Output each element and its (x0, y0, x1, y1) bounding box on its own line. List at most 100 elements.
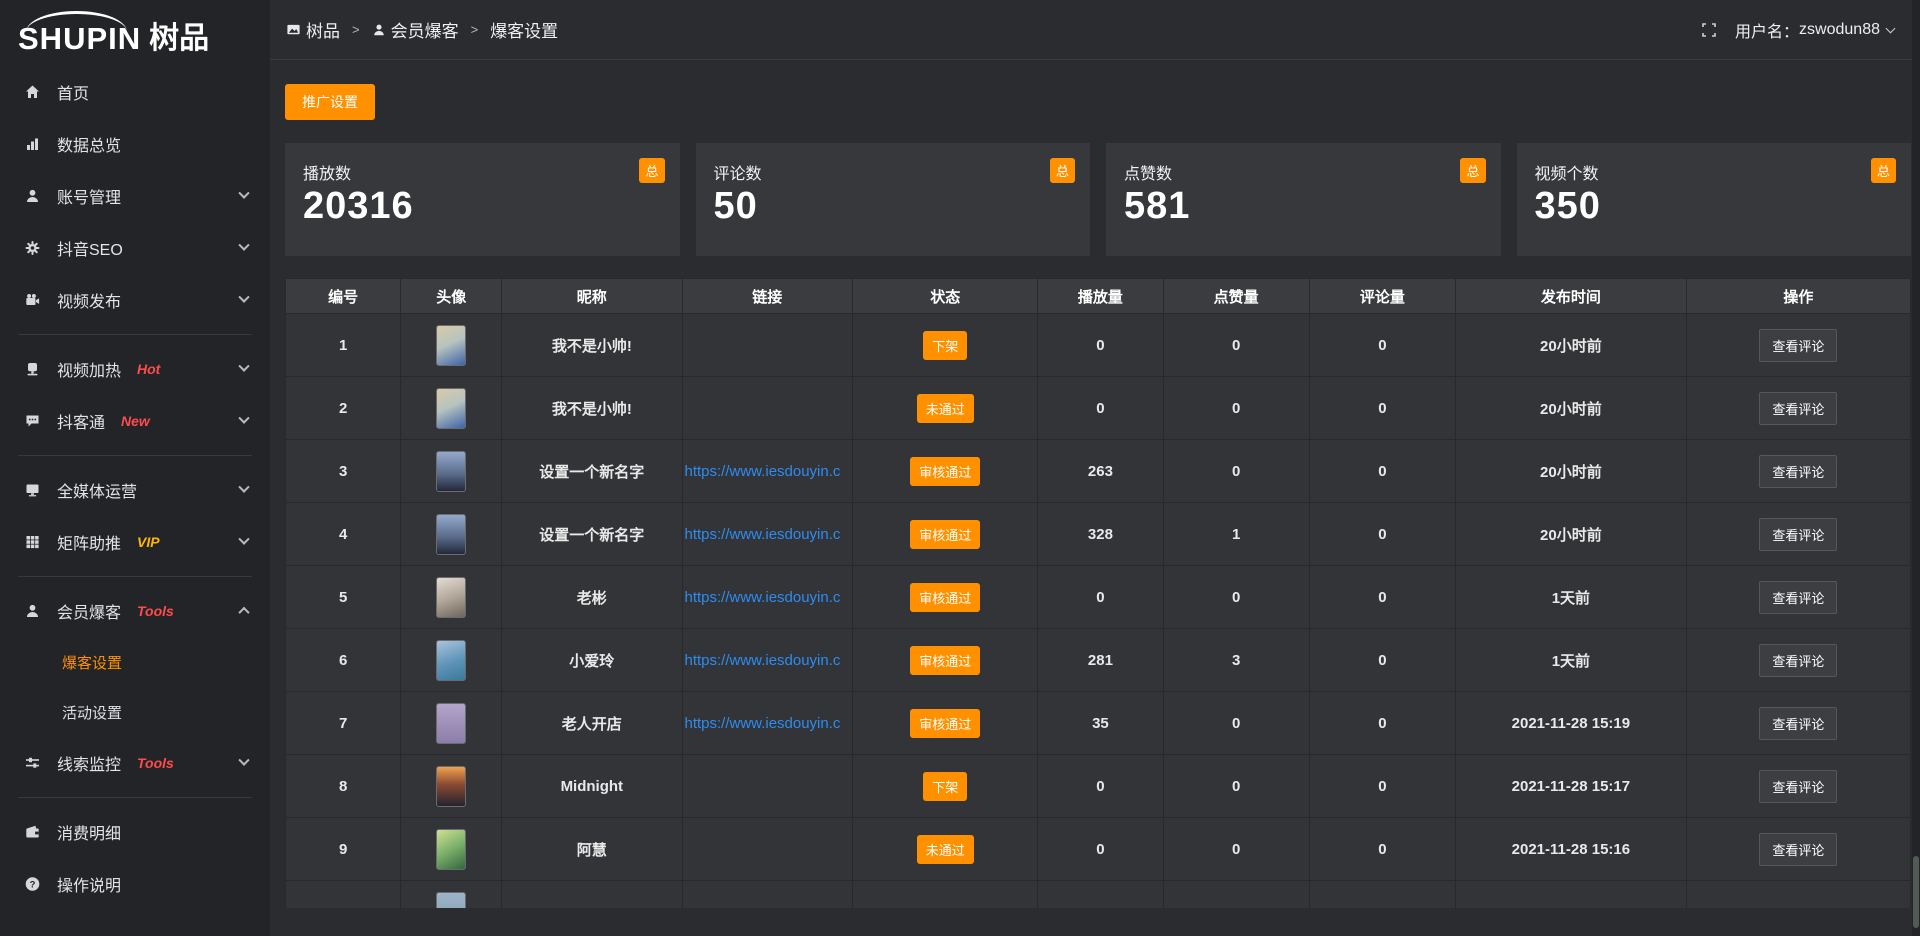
stat-label: 播放数 (303, 160, 662, 184)
topbar: 树品 > 会员爆客 > 爆客设置 用户名： zswodun88 (270, 0, 1920, 60)
cell-avatar (401, 377, 502, 440)
cell-actions: 查看评论 (1686, 629, 1910, 692)
cell-comments: 0 (1309, 503, 1455, 566)
username-prefix: 用户名： (1735, 18, 1799, 42)
sidebar-subitem-baoke-settings[interactable]: 爆客设置 (0, 637, 270, 687)
chevron-down-icon (238, 413, 249, 424)
sidebar-item-video-heat[interactable]: 视频加热 Hot (0, 343, 270, 395)
video-link[interactable]: https://www.iesdouyin.c (685, 715, 851, 732)
cell-time: 20小时前 (1456, 314, 1687, 377)
logo-text-en: SHUPIN (18, 23, 141, 54)
sidebar-divider (18, 797, 252, 798)
user-menu[interactable]: 用户名： zswodun88 (1735, 18, 1894, 42)
cell-comments: 0 (1309, 818, 1455, 881)
cell-time: 1天前 (1456, 566, 1687, 629)
cell-time: 2021-11-28 15:16 (1456, 818, 1687, 881)
cell-plays (1038, 881, 1163, 909)
cell-actions: 查看评论 (1686, 377, 1910, 440)
table-row: 1 我不是小帅! 下架 0 0 0 20小时前 查看评论 (286, 314, 1911, 377)
app-screen-icon (286, 22, 301, 37)
vip-tag: VIP (137, 534, 160, 550)
home-icon (24, 84, 42, 100)
cell-id: 6 (286, 629, 401, 692)
video-link[interactable]: https://www.iesdouyin.c (685, 589, 851, 606)
chat-bubble-icon (24, 413, 42, 429)
cell-id: 2 (286, 377, 401, 440)
sidebar-divider (18, 576, 252, 577)
stat-card-videos: 视频个数 350 总 (1517, 143, 1912, 256)
sidebar-item-account-mgmt[interactable]: 账号管理 (0, 170, 270, 222)
sidebar-item-matrix-boost[interactable]: 矩阵助推 VIP (0, 516, 270, 568)
sidebar-item-expense-detail[interactable]: 消费明细 (0, 806, 270, 858)
heat-stamp-icon (24, 361, 42, 377)
avatar (436, 640, 466, 681)
view-comments-button[interactable]: 查看评论 (1759, 455, 1837, 488)
sidebar-item-member-baoke[interactable]: 会员爆客 Tools (0, 585, 270, 637)
total-badge: 总 (1050, 158, 1075, 183)
sidebar-item-video-publish[interactable]: 视频发布 (0, 274, 270, 326)
cell-status: 审核通过 (853, 566, 1038, 629)
video-camera-icon (24, 292, 42, 308)
chevron-down-icon (238, 361, 249, 372)
cell-nickname: 老人开店 (502, 692, 682, 755)
sidebar-item-label: 首页 (57, 80, 89, 104)
view-comments-button[interactable]: 查看评论 (1759, 392, 1837, 425)
cell-avatar (401, 566, 502, 629)
breadcrumb-label: 爆客设置 (490, 17, 558, 42)
view-comments-button[interactable]: 查看评论 (1759, 707, 1837, 740)
avatar (436, 514, 466, 555)
status-badge: 未通过 (917, 394, 974, 423)
view-comments-button[interactable]: 查看评论 (1759, 581, 1837, 614)
fullscreen-icon[interactable] (1701, 22, 1717, 38)
cell-actions: 查看评论 (1686, 692, 1910, 755)
cell-status: 未通过 (853, 818, 1038, 881)
sidebar-subitem-activity-settings[interactable]: 活动设置 (0, 687, 270, 737)
breadcrumb-item-shupin[interactable]: 树品 (286, 17, 340, 42)
status-badge: 审核通过 (910, 520, 980, 549)
cell-link (682, 755, 853, 818)
sidebar-item-douyin-seo[interactable]: 抖音SEO (0, 222, 270, 274)
new-tag: New (121, 413, 150, 429)
sidebar-item-label: 操作说明 (57, 872, 121, 896)
cell-likes: 0 (1163, 566, 1309, 629)
breadcrumb-separator: > (471, 22, 479, 37)
sidebar-item-clue-monitor[interactable]: 线索监控 Tools (0, 737, 270, 789)
sidebar-item-douketong[interactable]: 抖客通 New (0, 395, 270, 447)
view-comments-button[interactable]: 查看评论 (1759, 833, 1837, 866)
table-row: 8 Midnight 下架 0 0 0 2021-11-28 15:17 查看评… (286, 755, 1911, 818)
cell-likes: 1 (1163, 503, 1309, 566)
view-comments-button[interactable]: 查看评论 (1759, 518, 1837, 551)
cell-avatar (401, 755, 502, 818)
col-header-likes: 点赞量 (1163, 279, 1309, 314)
video-link[interactable]: https://www.iesdouyin.c (685, 652, 851, 669)
video-link[interactable]: https://www.iesdouyin.c (685, 526, 851, 543)
cell-avatar (401, 440, 502, 503)
cell-status: 下架 (853, 314, 1038, 377)
cell-nickname: 我不是小帅! (502, 377, 682, 440)
promo-settings-button[interactable]: 推广设置 (285, 84, 375, 120)
sidebar-item-data-overview[interactable]: 数据总览 (0, 118, 270, 170)
stat-card-likes: 点赞数 581 总 (1106, 143, 1501, 256)
cell-actions: 查看评论 (1686, 440, 1910, 503)
view-comments-button[interactable]: 查看评论 (1759, 329, 1837, 362)
col-header-status: 状态 (853, 279, 1038, 314)
stat-card-plays: 播放数 20316 总 (285, 143, 680, 256)
cell-plays: 0 (1038, 566, 1163, 629)
video-link[interactable]: https://www.iesdouyin.c (685, 463, 851, 480)
sidebar-item-home[interactable]: 首页 (0, 66, 270, 118)
view-comments-button[interactable]: 查看评论 (1759, 644, 1837, 677)
content: 推广设置 播放数 20316 总 评论数 50 总 点赞数 581 总 视频个数… (270, 60, 1920, 908)
stat-value: 50 (714, 185, 1073, 228)
topbar-right: 用户名： zswodun88 (1701, 18, 1894, 42)
sidebar-item-label: 抖音SEO (57, 236, 123, 260)
cell-id: 5 (286, 566, 401, 629)
scrollbar-thumb[interactable] (1913, 856, 1919, 928)
cell-nickname: Midnight (502, 755, 682, 818)
grid-icon (24, 534, 42, 550)
sidebar-item-help[interactable]: ? 操作说明 (0, 858, 270, 910)
video-table-wrap: 编号 头像 昵称 链接 状态 播放量 点赞量 评论量 发布时间 操作 1 (285, 278, 1911, 908)
sidebar-item-omnimedia[interactable]: 全媒体运营 (0, 464, 270, 516)
breadcrumb-item-member-baoke[interactable]: 会员爆客 (372, 17, 459, 42)
cell-id: 1 (286, 314, 401, 377)
view-comments-button[interactable]: 查看评论 (1759, 770, 1837, 803)
